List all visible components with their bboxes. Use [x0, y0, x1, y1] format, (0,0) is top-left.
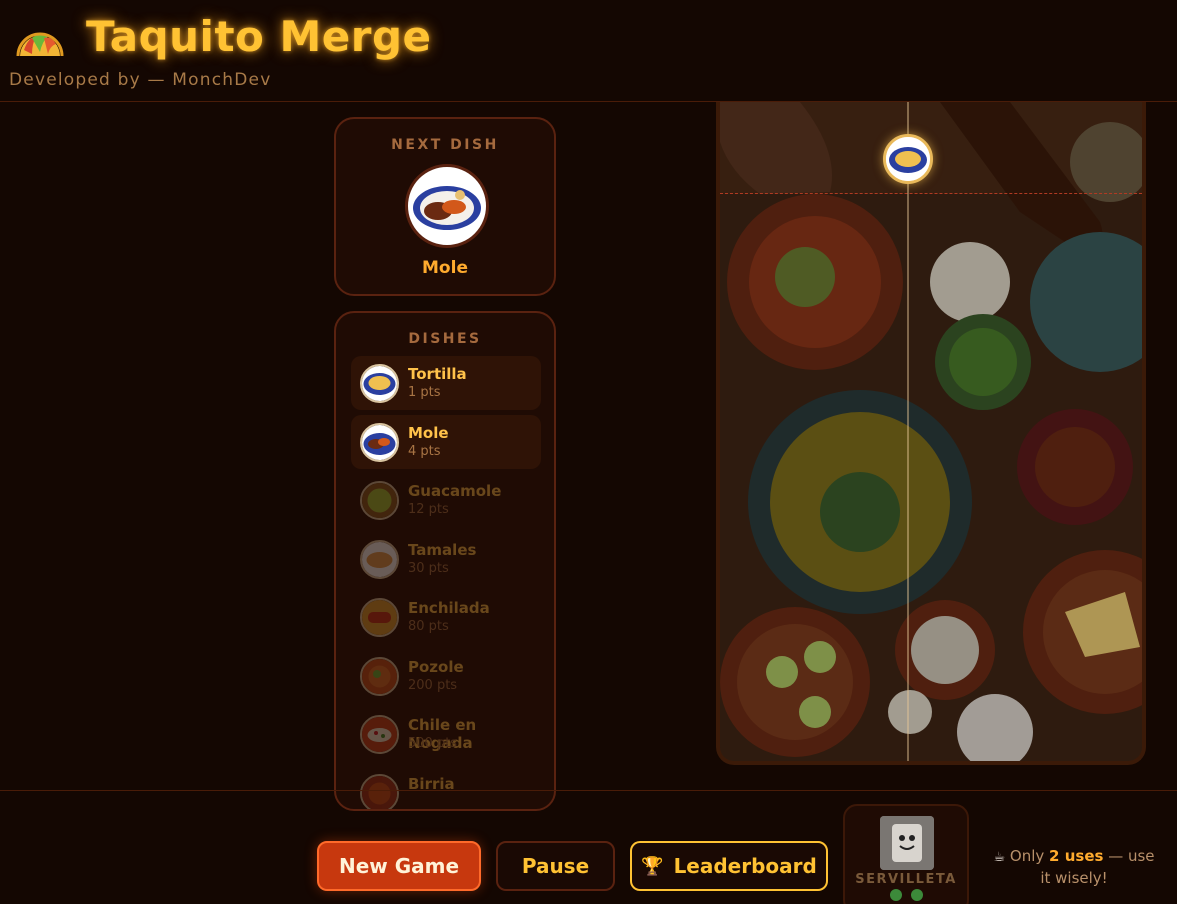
- dish-name: Tortilla: [408, 365, 467, 383]
- dish-item-enchilada: Enchilada 80 pts: [351, 590, 541, 644]
- dish-item-chile-en-nogada: Chile en Nogada 500 pts: [351, 707, 541, 761]
- dish-points: 4 pts: [408, 443, 441, 459]
- tortilla-icon: [360, 364, 399, 403]
- taco-icon: [16, 32, 64, 57]
- aim-guide-line: [907, 102, 909, 761]
- enchilada-icon: [360, 598, 399, 637]
- app-header: Taquito Merge Developed by — MonchDev: [0, 0, 1177, 102]
- dropping-tortilla-piece[interactable]: [883, 134, 933, 184]
- new-game-button[interactable]: New Game: [317, 841, 481, 891]
- dish-item-pozole: Pozole 200 pts: [351, 649, 541, 703]
- dish-item-mole: Mole 4 pts: [351, 414, 541, 469]
- dish-name: Enchilada: [408, 599, 490, 617]
- hint-uses: 2 uses: [1049, 847, 1104, 865]
- trophy-icon: 🏆: [641, 855, 664, 877]
- servilleta-label: SERVILLETA: [855, 872, 957, 887]
- use-remaining-indicator: [911, 889, 923, 901]
- use-remaining-indicator: [890, 889, 902, 901]
- dish-item-guacamole: Guacamole 12 pts: [351, 473, 541, 527]
- dish-points: 12 pts: [408, 502, 449, 517]
- cup-icon: ☕: [993, 850, 1006, 865]
- dish-points: 80 pts: [408, 619, 449, 634]
- dish-name: Pozole: [408, 657, 464, 676]
- dish-points: 1 pts: [408, 385, 441, 400]
- pozole-icon: [360, 656, 399, 696]
- leaderboard-label: Leaderboard: [673, 854, 817, 878]
- dish-list: Tortilla 1 pts Mole 4 pts Guacamole 12 p…: [351, 356, 541, 809]
- game-board[interactable]: [716, 102, 1146, 765]
- napkin-mascot-icon: [880, 816, 934, 870]
- dish-name: Mole: [408, 423, 449, 442]
- servilleta-powerup[interactable]: SERVILLETA: [843, 804, 969, 904]
- guacamole-icon: [360, 481, 399, 520]
- servilleta-hint: ☕ Only 2 uses — use it wisely!: [990, 846, 1158, 889]
- app-title: Taquito Merge: [86, 12, 432, 61]
- hint-prefix: Only: [1009, 847, 1045, 865]
- chile-en-nogada-icon: [360, 715, 399, 754]
- dish-points: 200 pts: [408, 677, 458, 693]
- developer-credit: Developed by — MonchDev: [9, 70, 272, 90]
- footer-bar: New Game Pause 🏆 Leaderboard SERVILLETA …: [0, 790, 1177, 904]
- dish-points: 30 pts: [408, 560, 449, 576]
- mole-icon: [360, 422, 399, 462]
- dishes-heading: DISHES: [408, 331, 482, 347]
- dish-name: Tamales: [408, 540, 477, 559]
- next-dish-name: Mole: [422, 258, 468, 278]
- pause-button[interactable]: Pause: [496, 841, 615, 891]
- next-dish-heading: NEXT DISH: [391, 137, 499, 153]
- dishes-panel: DISHES Tortilla 1 pts Mole 4 pts Guacamo…: [334, 311, 556, 811]
- dish-item-tortilla: Tortilla 1 pts: [351, 356, 541, 410]
- leaderboard-button[interactable]: 🏆 Leaderboard: [630, 841, 828, 891]
- dish-name: Guacamole: [408, 482, 502, 500]
- table-food-background-image: [720, 102, 1142, 761]
- dish-item-tamales: Tamales 30 pts: [351, 532, 541, 586]
- next-dish-panel: NEXT DISH Mole: [334, 117, 556, 296]
- tamales-icon: [360, 539, 399, 579]
- dish-points: 500 pts: [408, 736, 458, 751]
- danger-line: [720, 193, 1142, 194]
- mole-dish-image: [405, 164, 489, 248]
